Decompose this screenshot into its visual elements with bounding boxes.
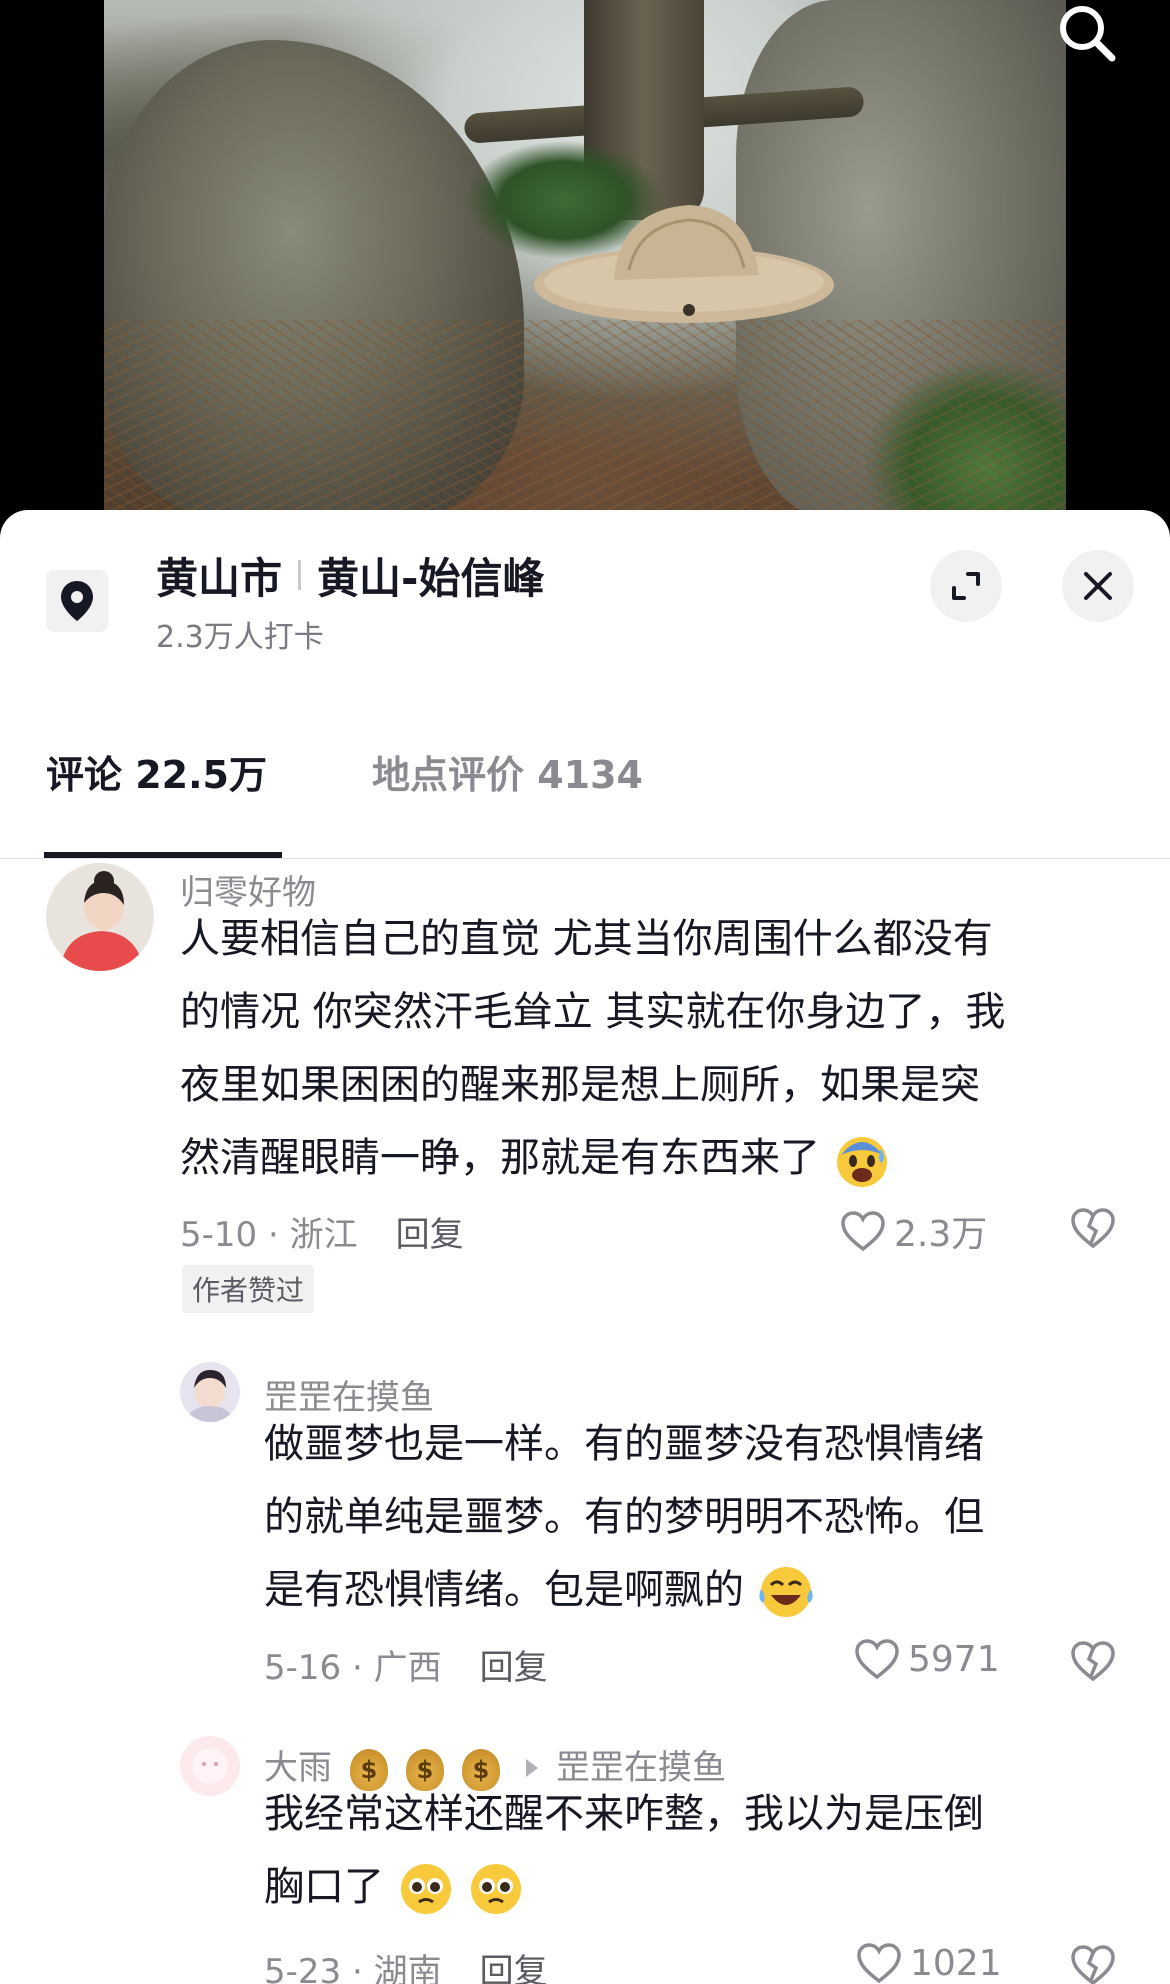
like-button[interactable]: 5971 xyxy=(854,1638,1000,1680)
close-icon xyxy=(1084,572,1112,600)
reply-button[interactable]: 回复 xyxy=(480,1952,548,1984)
heart-icon xyxy=(855,1639,899,1680)
reply-line: 我经常这样还醒不来咋整，我以为是压倒 xyxy=(264,1791,984,1837)
author-liked-badge: 作者赞过 xyxy=(182,1265,315,1313)
comment-text: 人要相信自己的直觉 尤其当你周围什么都没有 的情况 你突然汗毛耸立 其实就在你身… xyxy=(180,903,1005,1195)
heart-icon xyxy=(857,1943,901,1984)
location-header: 黄山市 黄山-始信峰 2.3万人打卡 xyxy=(0,510,1170,660)
pleading-face-icon xyxy=(400,1864,451,1914)
avatar-image xyxy=(46,863,154,971)
checkin-count: 2.3万人打卡 xyxy=(156,620,324,655)
reply-item: 大雨 $ $ $ 罡罡在摸鱼 我经常这样还醒不来咋整，我以为是压倒 胸口了 5-… xyxy=(0,1730,1170,1984)
reply-line: 做噩梦也是一样。有的噩梦没有恐惧情绪 xyxy=(264,1421,984,1467)
video-frame[interactable] xyxy=(104,0,1066,540)
reply-line: 是有恐惧情绪。包是啊飘的 xyxy=(264,1554,984,1627)
reply-item: 罡罡在摸鱼 做噩梦也是一样。有的噩梦没有恐惧情绪 的就单纯是噩梦。有的梦明明不恐… xyxy=(0,1350,1170,1688)
location-city: 黄山市 xyxy=(156,553,283,603)
avatar-image xyxy=(180,1736,240,1796)
hat-image xyxy=(534,205,834,323)
tab-bar: 评论 22.5万 地点评价 4134 xyxy=(0,702,1170,859)
like-count: 1021 xyxy=(910,1942,1002,1984)
heart-icon xyxy=(841,1211,885,1252)
like-count: 2.3万 xyxy=(894,1214,988,1255)
search-button[interactable] xyxy=(1052,0,1122,66)
comment-line: 然清醒眼睛一睁，那就是有东西来了 xyxy=(180,1122,1005,1195)
like-count: 5971 xyxy=(908,1638,1000,1680)
comment-date-region: 5-10 · 浙江 xyxy=(180,1215,358,1255)
avatar-image xyxy=(180,1362,240,1422)
location-title[interactable]: 黄山市 黄山-始信峰 xyxy=(156,548,544,603)
expand-icon xyxy=(952,572,980,600)
reply-button[interactable]: 回复 xyxy=(480,1648,548,1688)
reply-button[interactable]: 回复 xyxy=(396,1215,464,1255)
location-pin-icon xyxy=(61,581,93,621)
comment-item: 归零好物 人要相信自己的直觉 尤其当你周围什么都没有 的情况 你突然汗毛耸立 其… xyxy=(0,855,1170,1313)
title-separator xyxy=(298,560,302,590)
close-button[interactable] xyxy=(1062,550,1134,622)
dislike-button[interactable] xyxy=(1070,1944,1116,1984)
broken-heart-icon xyxy=(1071,1945,1115,1984)
reply-text: 做噩梦也是一样。有的噩梦没有恐惧情绪 的就单纯是噩梦。有的梦明明不恐怖。但 是有… xyxy=(264,1408,984,1627)
like-button[interactable]: 1021 xyxy=(856,1942,1002,1984)
reply-date-region: 5-16 · 广西 xyxy=(264,1648,442,1688)
avatar[interactable] xyxy=(180,1362,240,1422)
reply-date-region: 5-23 · 湖南 xyxy=(264,1952,442,1984)
comment-meta: 5-10 · 浙江 回复 xyxy=(180,1207,464,1256)
reply-meta: 5-23 · 湖南 回复 xyxy=(264,1944,548,1984)
comment-line: 人要相信自己的直觉 尤其当你周围什么都没有 xyxy=(180,916,993,962)
rolling-laugh-face-icon xyxy=(759,1567,813,1617)
reply-meta: 5-16 · 广西 回复 xyxy=(264,1640,548,1689)
comment-sheet: 黄山市 黄山-始信峰 2.3万人打卡 评论 22.5万 地点评价 4134 归零… xyxy=(0,510,1170,1984)
tab-comments[interactable]: 评论 22.5万 xyxy=(46,744,267,799)
reply-to-arrow-icon xyxy=(526,1758,538,1777)
broken-heart-icon xyxy=(1071,1208,1115,1249)
expand-button[interactable] xyxy=(930,550,1002,622)
avatar[interactable] xyxy=(180,1736,240,1796)
dislike-button[interactable] xyxy=(1070,1207,1116,1253)
like-button[interactable]: 2.3万 xyxy=(840,1205,987,1257)
reply-line: 胸口了 xyxy=(264,1851,984,1924)
avatar[interactable] xyxy=(46,863,154,971)
search-icon xyxy=(1060,6,1116,62)
location-icon-box xyxy=(46,570,108,632)
cold-sweat-face-icon xyxy=(836,1137,887,1187)
broken-heart-icon xyxy=(1071,1641,1115,1682)
reply-line: 的就单纯是噩梦。有的梦明明不恐怖。但 xyxy=(264,1494,984,1540)
comment-line: 的情况 你突然汗毛耸立 其实就在你身边了，我 xyxy=(180,989,1006,1035)
tab-place-reviews[interactable]: 地点评价 4134 xyxy=(372,744,643,799)
pine-needles-ground xyxy=(104,320,1066,540)
location-spot: 黄山-始信峰 xyxy=(317,553,545,603)
comment-line: 夜里如果困困的醒来那是想上厕所，如果是突 xyxy=(180,1062,980,1108)
reply-text: 我经常这样还醒不来咋整，我以为是压倒 胸口了 xyxy=(264,1778,984,1924)
pleading-face-icon xyxy=(471,1864,522,1914)
dislike-button[interactable] xyxy=(1070,1640,1116,1686)
